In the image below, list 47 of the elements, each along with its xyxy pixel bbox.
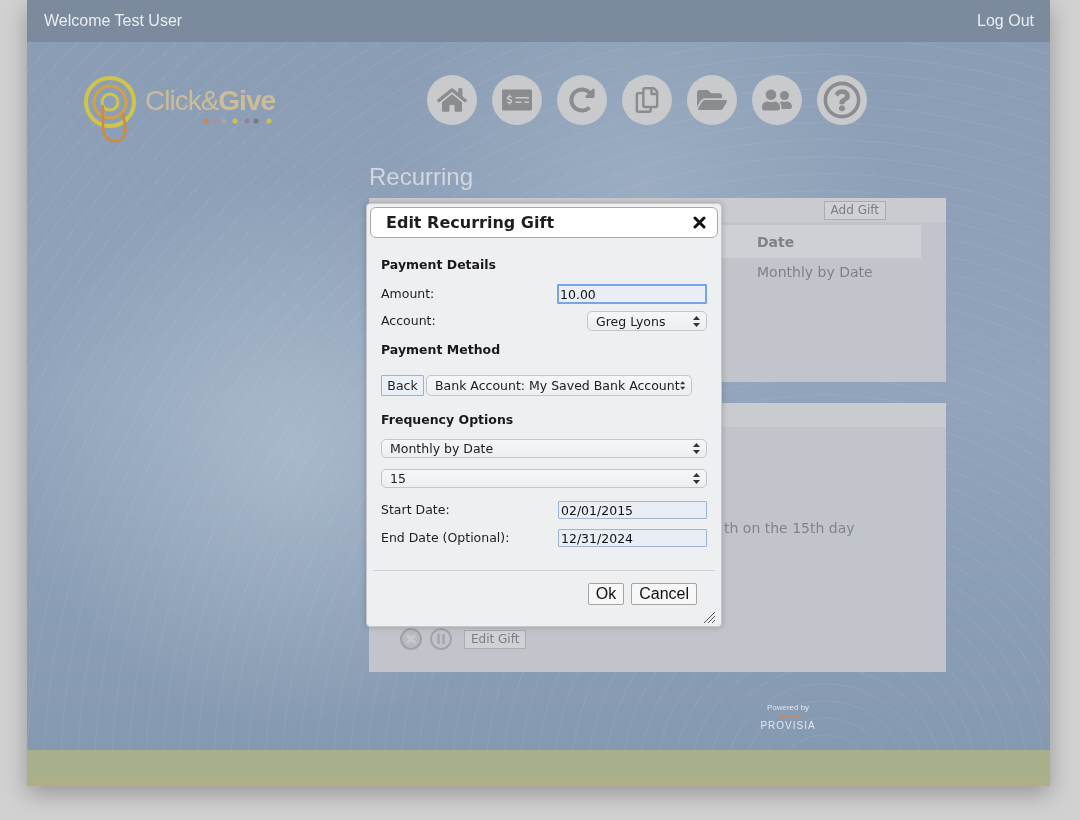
people-button[interactable]	[752, 75, 802, 125]
dialog-title: Edit Recurring Gift	[386, 213, 555, 232]
page-title: Recurring	[369, 162, 474, 192]
help-icon	[823, 81, 861, 119]
house-icon	[437, 85, 467, 115]
select-arrows-icon	[693, 443, 700, 454]
start-date-field[interactable]: 02/01/2015	[558, 501, 707, 519]
resize-grip-icon[interactable]	[703, 611, 715, 623]
dialog-button[interactable]: Ok	[587, 583, 625, 605]
close-button[interactable]	[693, 216, 706, 229]
logo-text: Click&Give	[145, 86, 276, 116]
close-icon	[693, 216, 706, 229]
end-date-field[interactable]: 12/31/2024	[558, 529, 707, 547]
payment-method-select[interactable]: Bank Account: My Saved Bank Account	[426, 375, 692, 396]
cancel-circle-icon[interactable]	[400, 628, 422, 650]
copy-button[interactable]	[622, 75, 672, 125]
folder-button[interactable]	[687, 75, 737, 125]
redo-arrow-icon	[569, 87, 595, 113]
dialog-button[interactable]: Cancel	[631, 583, 697, 605]
home-button[interactable]	[427, 75, 477, 125]
select-arrows-icon	[693, 473, 700, 484]
table-cell: Monthly by Date	[757, 263, 873, 281]
select-arrows-icon	[679, 380, 685, 391]
back-button[interactable]: Back	[381, 375, 424, 396]
cheque-button[interactable]	[492, 75, 542, 125]
section-heading: Payment Details	[381, 256, 497, 274]
account-select[interactable]: Greg Lyons	[587, 311, 707, 331]
column-header: Date	[757, 233, 795, 250]
field-label: Amount:	[381, 286, 435, 302]
pause-icon[interactable]	[430, 628, 452, 650]
day-select[interactable]: 15	[381, 469, 707, 488]
frequency-select[interactable]: Monthly by Date	[381, 439, 707, 458]
amount-field[interactable]: 10.00	[557, 284, 707, 304]
field-label: Account:	[381, 313, 436, 329]
select-arrows-icon	[693, 315, 700, 327]
detail-text: th on the 15th day	[724, 519, 855, 537]
section-heading: Payment Method	[381, 341, 501, 359]
redo-button[interactable]	[557, 75, 607, 125]
brand-text: PROVISIA	[760, 720, 816, 732]
welcome-text: Welcome Test User	[44, 11, 183, 31]
swoosh-icon	[773, 714, 803, 719]
copy-icon	[634, 87, 660, 113]
field-label: End Date (Optional):	[381, 530, 510, 546]
field-label: Start Date:	[381, 502, 450, 518]
powered-by-text: Powered by	[766, 703, 810, 713]
section-heading: Frequency Options	[381, 411, 514, 429]
help-button[interactable]	[817, 75, 867, 125]
